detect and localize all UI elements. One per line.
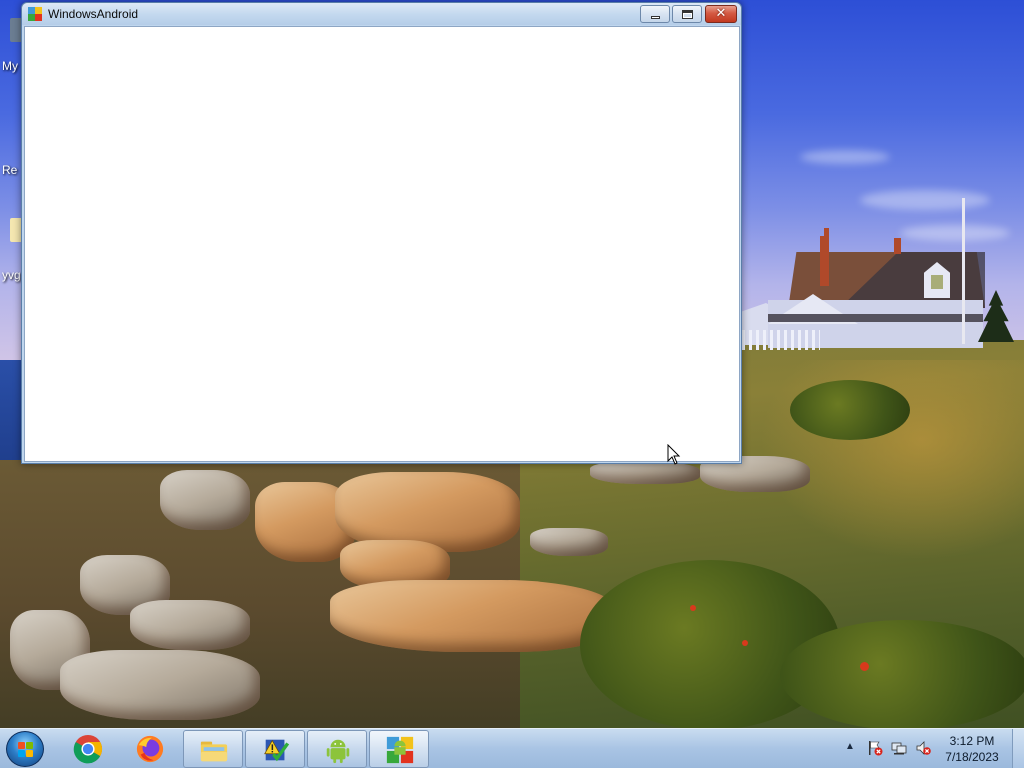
desktop-icon-label[interactable]: yvg	[2, 268, 21, 282]
minimize-button[interactable]	[640, 5, 670, 23]
show-desktop-button[interactable]	[1012, 729, 1024, 768]
clock-date[interactable]: 7/18/2023	[940, 750, 1004, 764]
chrome-icon	[73, 734, 103, 764]
taskbar-firefox[interactable]	[120, 730, 180, 768]
firefox-icon	[136, 735, 164, 763]
taskbar-task-app[interactable]	[245, 730, 305, 768]
taskbar-windowsandroid[interactable]	[369, 730, 429, 768]
taskbar-chrome[interactable]	[58, 730, 118, 768]
folder-icon	[200, 741, 228, 762]
close-icon: ✕	[715, 6, 727, 21]
action-center-flag-icon[interactable]	[867, 740, 883, 756]
mouse-cursor-icon	[667, 444, 681, 465]
volume-muted-icon[interactable]	[915, 740, 931, 756]
android-icon	[326, 739, 350, 764]
checklist-icon	[264, 739, 290, 762]
windowsandroid-icon[interactable]	[28, 7, 42, 21]
app-window[interactable]: WindowsAndroid ✕	[21, 2, 742, 464]
taskbar[interactable]: ▲ 3:12 PM 7/18/2023	[0, 728, 1024, 768]
minimize-icon	[651, 16, 660, 19]
desktop-icon-label[interactable]: Re	[2, 163, 17, 177]
restore-icon	[682, 10, 693, 19]
network-icon[interactable]	[891, 740, 907, 756]
window-client-area[interactable]	[24, 26, 740, 462]
start-button[interactable]	[6, 731, 44, 767]
windowsandroid-icon	[386, 736, 414, 764]
desktop-icon-label[interactable]: My	[2, 59, 18, 73]
window-title: WindowsAndroid	[48, 7, 139, 21]
clock-time[interactable]: 3:12 PM	[940, 734, 1004, 748]
taskbar-file-explorer[interactable]	[183, 730, 243, 768]
taskbar-android[interactable]	[307, 730, 367, 768]
show-hidden-icons-arrow[interactable]: ▲	[845, 741, 855, 752]
window-titlebar[interactable]: WindowsAndroid ✕	[22, 3, 741, 25]
close-button[interactable]: ✕	[705, 5, 737, 23]
windows-start-icon	[18, 742, 34, 758]
maximize-button[interactable]	[672, 5, 702, 23]
